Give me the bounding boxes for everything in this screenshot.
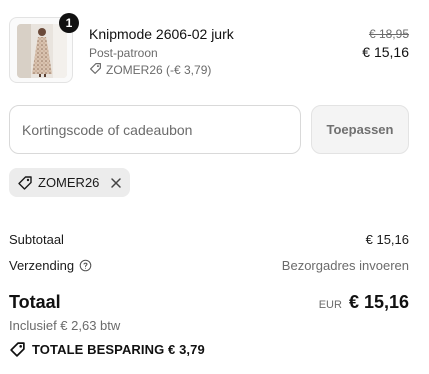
final-price: € 15,16 — [362, 44, 409, 60]
savings-label: TOTALE BESPARING € 3,79 — [32, 342, 205, 357]
tax-note: Inclusief € 2,63 btw — [9, 318, 121, 333]
original-price: € 18,95 — [368, 27, 409, 41]
tag-icon — [17, 175, 33, 191]
subtotal-row: Subtotaal € 15,16 — [9, 232, 409, 247]
shipping-label: Verzending — [9, 258, 75, 273]
total-savings: TOTALE BESPARING € 3,79 — [9, 341, 205, 358]
total-amount: € 15,16 — [348, 292, 409, 312]
item-discount-label: ZOMER26 (-€ 3,79) — [106, 63, 212, 77]
dress-product-image — [17, 24, 67, 78]
apply-button[interactable]: Toepassen — [311, 105, 409, 154]
close-icon[interactable] — [110, 177, 122, 189]
tag-icon — [9, 341, 26, 358]
subtotal-label: Subtotaal — [9, 232, 64, 247]
order-summary: 1 Knipmode 2606-02 jurk Post-patroon ZOM… — [0, 0, 429, 374]
shipping-row: Verzending Bezorgadres invoeren — [9, 258, 409, 273]
discount-code-input[interactable] — [9, 105, 301, 154]
question-circle-icon[interactable] — [79, 259, 92, 272]
applied-discount-chip: ZOMER26 — [9, 168, 130, 197]
product-variant: Post-patroon — [89, 46, 158, 60]
product-thumbnail: 1 — [9, 13, 79, 83]
shipping-value: Bezorgadres invoeren — [281, 258, 409, 273]
line-item: 1 Knipmode 2606-02 jurk Post-patroon ZOM… — [9, 13, 409, 85]
applied-code-label: ZOMER26 — [38, 175, 100, 190]
total-label: Totaal — [9, 292, 61, 312]
total-value-group: EUR € 15,16 — [319, 292, 409, 313]
item-discount: ZOMER26 (-€ 3,79) — [89, 62, 211, 78]
product-title: Knipmode 2606-02 jurk — [89, 26, 234, 42]
total-currency: EUR — [318, 299, 342, 311]
subtotal-value: € 15,16 — [365, 232, 409, 247]
quantity-badge: 1 — [59, 13, 79, 33]
tag-icon — [89, 62, 102, 78]
